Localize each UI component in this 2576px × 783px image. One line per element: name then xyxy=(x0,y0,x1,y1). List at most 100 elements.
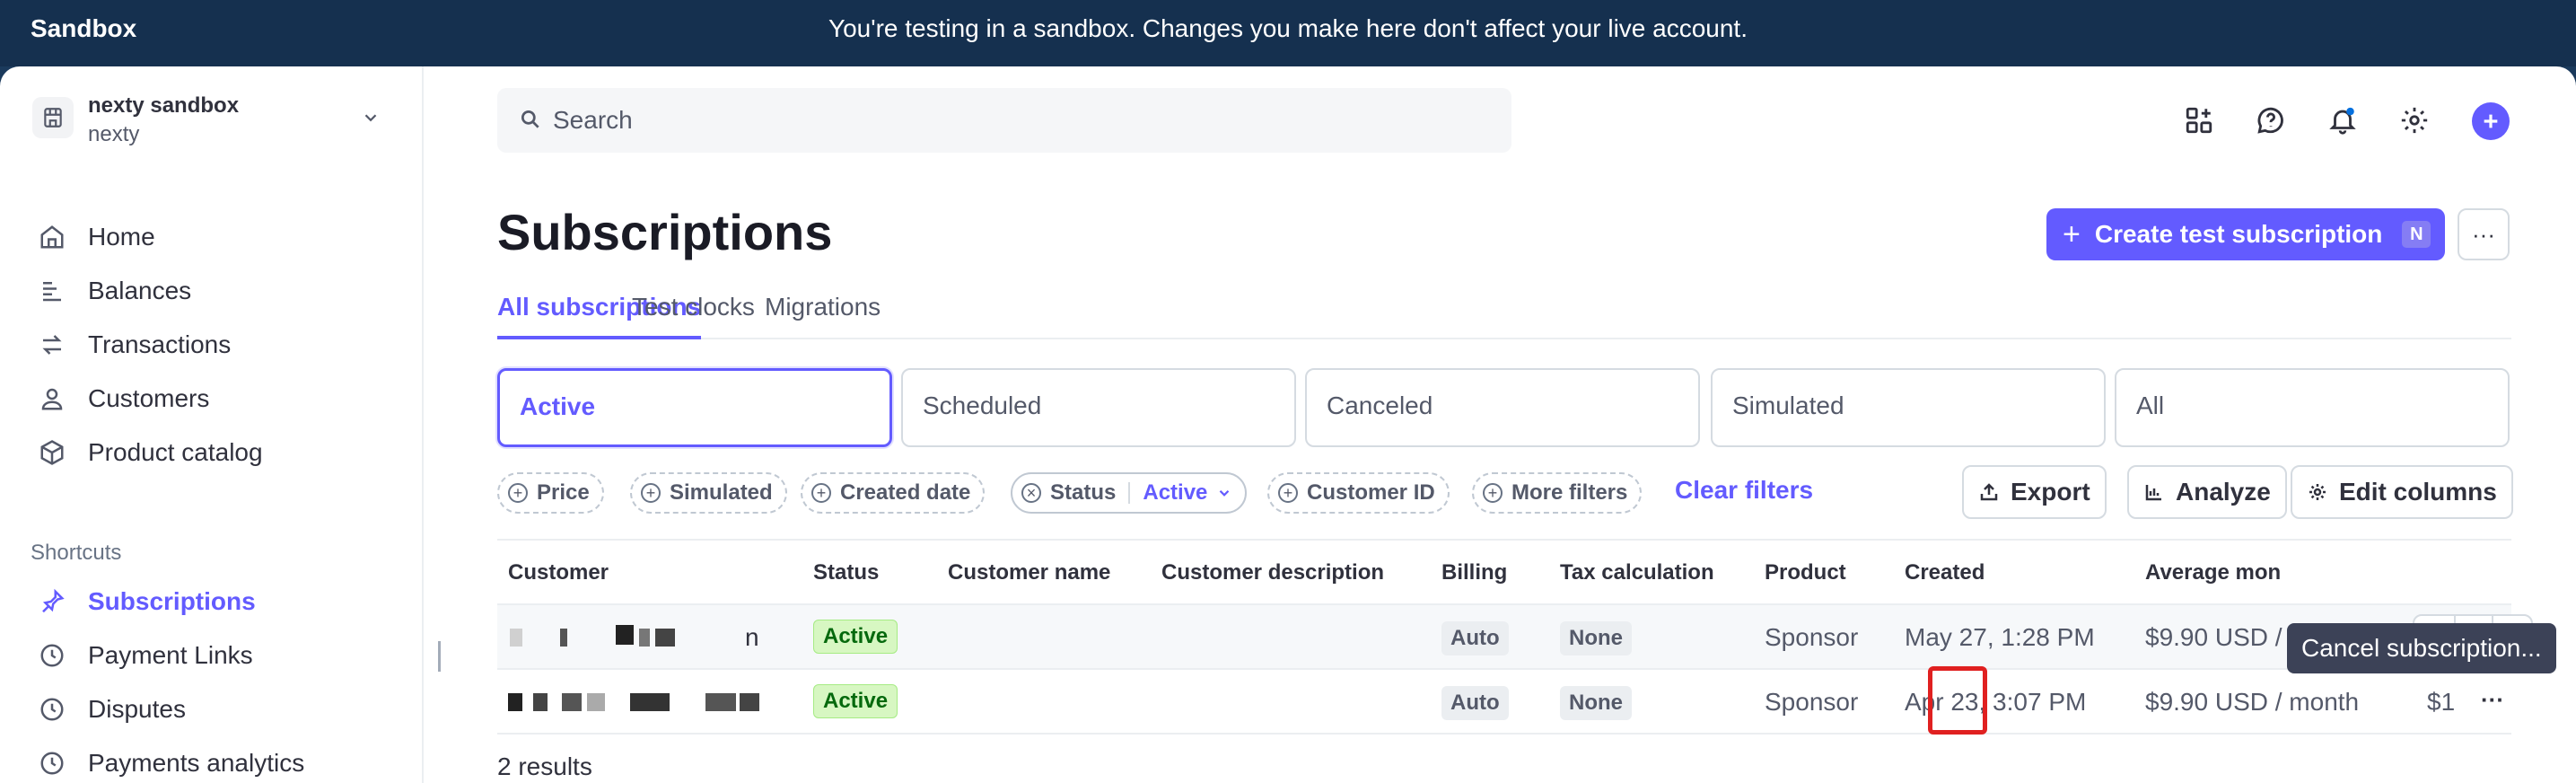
billing-badge: Auto xyxy=(1441,621,1509,655)
create-plus-icon[interactable] xyxy=(2472,102,2510,140)
page-title: Subscriptions xyxy=(497,204,833,260)
column-header-created[interactable]: Created xyxy=(1905,560,1985,585)
status-badge: Active xyxy=(813,620,898,654)
gear-icon xyxy=(2307,481,2328,503)
add-circle-icon: + xyxy=(641,483,661,503)
table-row[interactable]: n Active Auto None Sponsor May 27, 1:28 … xyxy=(497,605,2533,670)
search-icon xyxy=(519,108,542,136)
pin-icon xyxy=(36,585,68,618)
filter-card-canceled[interactable]: Canceled xyxy=(1305,368,1700,447)
sidebar-item-label: Transactions xyxy=(88,330,232,358)
sidebar-item-payment-links[interactable]: Payment Links xyxy=(36,636,253,675)
clock-icon xyxy=(36,747,68,779)
export-button[interactable]: Export xyxy=(1962,465,2107,519)
column-header-customer-name[interactable]: Customer name xyxy=(948,560,1110,585)
export-icon xyxy=(1978,481,2000,503)
add-circle-icon: + xyxy=(1278,483,1298,503)
sidebar-item-balances[interactable]: Balances xyxy=(36,271,191,311)
sidebar-item-payments-analytics[interactable]: Payments analytics xyxy=(36,743,304,783)
customer-email-tail[interactable]: n xyxy=(745,623,759,652)
column-header-average-monthly[interactable]: Average mon xyxy=(2145,560,2281,585)
notifications-icon[interactable] xyxy=(2325,102,2361,138)
average-monthly-cell: $9.90 USD / month xyxy=(2145,688,2360,716)
row-more-icon[interactable]: ··· xyxy=(2481,686,2504,714)
column-header-customer[interactable]: Customer xyxy=(508,560,609,585)
chart-icon xyxy=(2143,481,2165,503)
sidebar-item-customers[interactable]: Customers xyxy=(36,379,209,418)
filter-card-all[interactable]: All xyxy=(2115,368,2510,447)
product-cell: Sponsor xyxy=(1765,623,1859,651)
column-header-status[interactable]: Status xyxy=(813,560,879,585)
tab-bar: All subscriptions Test clocks Migrations xyxy=(497,273,2511,339)
tab-test-clocks[interactable]: Test clocks xyxy=(632,273,755,339)
shortcuts-heading: Shortcuts xyxy=(31,541,122,565)
store-icon[interactable] xyxy=(32,97,74,138)
sidebar-item-label: Balances xyxy=(88,277,192,304)
apps-add-icon[interactable] xyxy=(2181,102,2217,138)
filter-card-scheduled[interactable]: Scheduled xyxy=(901,368,1296,447)
search-input[interactable] xyxy=(553,102,1486,138)
page-more-button[interactable]: ··· xyxy=(2458,208,2510,260)
filter-chip-customer-id[interactable]: + Customer ID xyxy=(1267,472,1450,514)
column-header-customer-description[interactable]: Customer description xyxy=(1161,560,1384,585)
product-catalog-icon xyxy=(36,436,68,469)
sandbox-banner: Sandbox You're testing in a sandbox. Cha… xyxy=(0,0,2576,66)
filter-chip-more-filters[interactable]: + More filters xyxy=(1472,472,1643,514)
sidebar-item-label: Payments analytics xyxy=(88,749,305,777)
add-circle-icon: + xyxy=(1483,483,1503,503)
created-cell: May 27, 1:28 PM xyxy=(1905,623,2095,651)
table-row[interactable]: Active Auto None Sponsor Apr 23, 3:07 PM… xyxy=(497,670,2511,735)
tab-migrations[interactable]: Migrations xyxy=(765,273,881,339)
remove-circle-icon[interactable]: × xyxy=(1021,483,1041,503)
edit-columns-button[interactable]: Edit columns xyxy=(2291,465,2513,519)
clock-icon xyxy=(36,693,68,726)
transactions-icon xyxy=(36,329,68,361)
status-badge: Active xyxy=(813,684,898,718)
add-circle-icon: + xyxy=(508,483,528,503)
create-test-subscription-button[interactable]: + Create test subscription N xyxy=(2046,208,2445,260)
sidebar-item-product-catalog[interactable]: Product catalog xyxy=(36,433,263,472)
clock-icon xyxy=(36,639,68,672)
column-header-billing[interactable]: Billing xyxy=(1441,560,1507,585)
filter-card-active[interactable]: Active xyxy=(497,368,892,447)
column-header-tax-calculation[interactable]: Tax calculation xyxy=(1560,560,1714,585)
sidebar-item-transactions[interactable]: Transactions xyxy=(36,325,231,365)
filter-chip-created-date[interactable]: + Created date xyxy=(801,472,986,514)
sidebar-item-disputes[interactable]: Disputes xyxy=(36,690,186,729)
sidebar-item-home[interactable]: Home xyxy=(36,217,155,257)
column-header-product[interactable]: Product xyxy=(1765,560,1846,585)
sidebar-item-subscriptions[interactable]: Subscriptions xyxy=(36,582,256,621)
truncated-cell: $1 xyxy=(2427,688,2456,716)
plus-icon: + xyxy=(2063,216,2081,251)
sidebar-item-label: Subscriptions xyxy=(88,587,256,615)
help-icon[interactable] xyxy=(2253,102,2289,138)
analyze-button[interactable]: Analyze xyxy=(2127,465,2287,519)
app-window: nexty sandbox nexty Home Balances Transa… xyxy=(0,66,2576,783)
highlight-box xyxy=(1928,666,1987,735)
create-button-label: Create test subscription xyxy=(2094,220,2383,248)
shortcut-key-badge: N xyxy=(2402,221,2431,248)
account-name[interactable]: nexty sandbox xyxy=(88,93,239,119)
filter-chip-price[interactable]: + Price xyxy=(497,472,604,514)
chevron-down-icon xyxy=(1216,485,1232,501)
status-filter-value: Active xyxy=(1143,480,1208,505)
balances-icon xyxy=(36,275,68,307)
main-content: Subscriptions + Create test subscription… xyxy=(424,66,2576,783)
sidebar-item-label: Payment Links xyxy=(88,641,253,669)
add-circle-icon: + xyxy=(811,483,831,503)
search-bar[interactable] xyxy=(497,88,1511,153)
gear-icon[interactable] xyxy=(2396,102,2432,138)
chevron-down-icon[interactable] xyxy=(361,108,381,132)
sidebar-item-label: Customers xyxy=(88,384,210,412)
filter-card-simulated[interactable]: Simulated xyxy=(1711,368,2106,447)
clear-filters-link[interactable]: Clear filters xyxy=(1675,476,1813,505)
tax-badge: None xyxy=(1560,686,1632,720)
product-cell: Sponsor xyxy=(1765,688,1859,716)
sandbox-message: You're testing in a sandbox. Changes you… xyxy=(828,14,1748,42)
redacted-customer-email xyxy=(504,688,810,715)
filter-chip-simulated[interactable]: + Simulated xyxy=(630,472,787,514)
filter-chip-status[interactable]: × Status Active xyxy=(1011,472,1248,514)
results-count: 2 results xyxy=(497,752,592,780)
sidebar: nexty sandbox nexty Home Balances Transa… xyxy=(0,66,424,783)
redacted-customer-email xyxy=(504,623,774,650)
